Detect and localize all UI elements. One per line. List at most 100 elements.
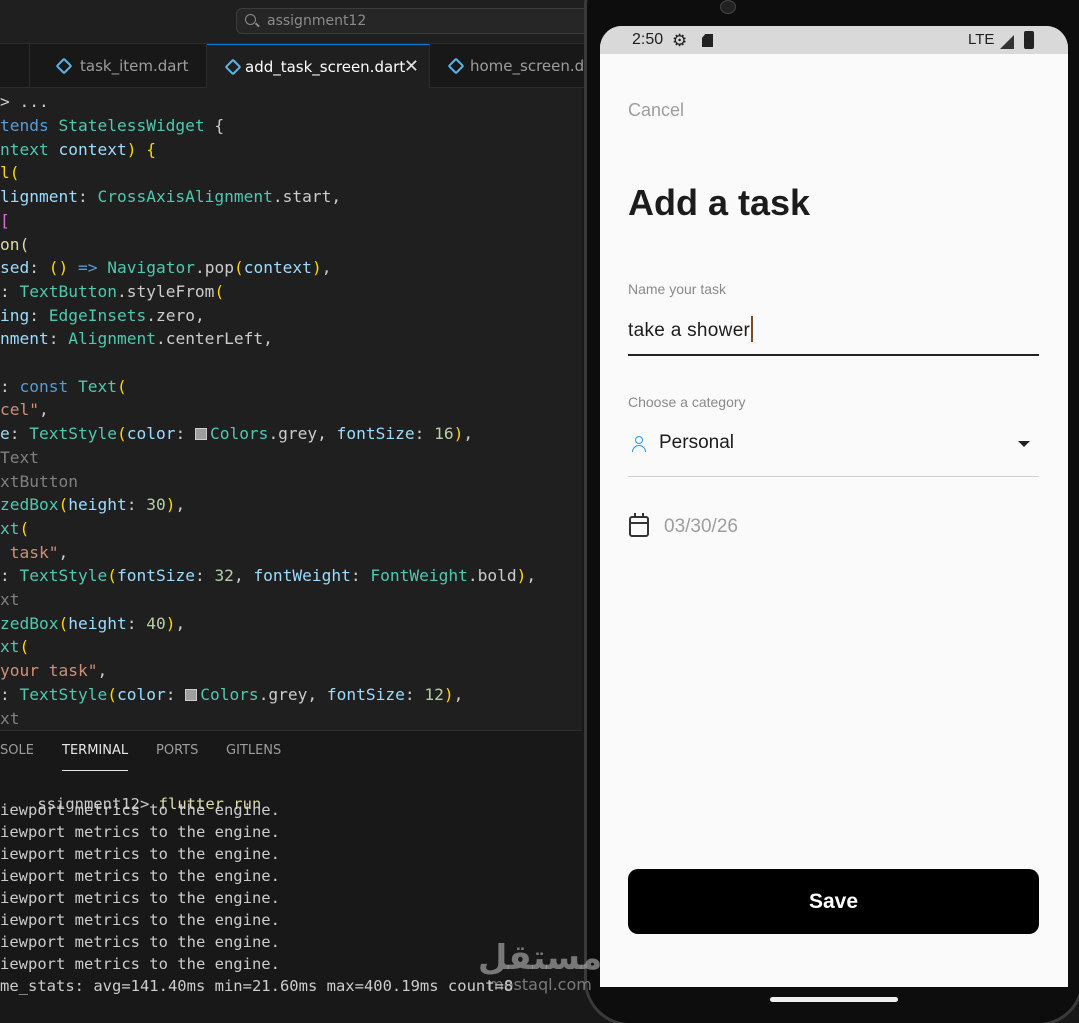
terminal-line: iewport metrics to the engine. — [0, 911, 280, 929]
code-line[interactable]: your task", — [0, 661, 107, 685]
close-icon[interactable]: ✕ — [404, 45, 419, 88]
code-token: : — [404, 684, 425, 704]
cancel-button[interactable]: Cancel — [628, 100, 684, 121]
code-line[interactable]: zedBox(height: 40), — [0, 614, 185, 638]
code-token: .pop — [194, 258, 234, 278]
category-underline — [628, 476, 1039, 477]
code-line[interactable]: cel", — [0, 400, 49, 424]
code-token: Text — [0, 447, 39, 467]
code-line[interactable]: : TextButton.styleFrom( — [0, 282, 224, 306]
tab-overflow[interactable] — [0, 44, 30, 88]
dart-file-icon — [224, 58, 242, 76]
code-line[interactable]: ntext context) { — [0, 140, 156, 164]
code-token: on( — [0, 234, 30, 254]
status-bar: 2:50 ⚙ LTE — [600, 26, 1068, 54]
code-token: .grey, — [268, 424, 337, 444]
code-line[interactable]: sed: () => Navigator.pop(context), — [0, 258, 331, 282]
chevron-down-icon[interactable] — [1018, 441, 1030, 447]
code-token: fontSize — [116, 566, 195, 586]
code-token: ( — [116, 376, 127, 396]
code-line[interactable]: lignment: CrossAxisAlignment.start, — [0, 187, 341, 211]
code-token: 32 — [214, 566, 234, 586]
code-line[interactable]: on( — [0, 235, 29, 259]
tab-task-item[interactable]: task_item.dart — [30, 44, 207, 88]
terminal-line: iewport metrics to the engine. — [0, 867, 280, 885]
code-line[interactable]: : TextStyle(fontSize: 32, fontWeight: Fo… — [0, 566, 536, 590]
color-swatch-icon[interactable] — [194, 428, 207, 441]
sd-card-icon — [702, 34, 713, 47]
code-line[interactable]: ing: EdgeInsets.zero, — [0, 306, 205, 330]
editor-tabs: task_item.dart add_task_screen.dart ✕ ho… — [0, 44, 600, 88]
code-token: xt — [0, 708, 20, 728]
code-token: ) — [311, 258, 322, 278]
tab-label: home_screen.da — [470, 57, 590, 75]
code-line[interactable]: : const Text( — [0, 377, 127, 401]
code-line[interactable]: xt( — [0, 637, 29, 661]
code-token: , — [233, 566, 254, 586]
code-token: , — [97, 661, 108, 681]
command-center-search[interactable]: assignment12 — [236, 8, 606, 34]
tab-add-task-screen[interactable]: add_task_screen.dart ✕ — [207, 44, 430, 88]
code-token: ) — [165, 495, 176, 515]
code-token: ( — [107, 684, 117, 704]
calendar-icon[interactable] — [629, 513, 649, 537]
terminal-line: iewport metrics to the engine. — [0, 823, 280, 841]
code-token: 16 — [434, 424, 454, 444]
code-token: .start, — [272, 187, 342, 207]
code-token: 40 — [146, 613, 166, 633]
code-line[interactable]: : TextStyle(color: Colors.grey, fontSize… — [0, 685, 463, 709]
code-token: : — [29, 258, 49, 278]
battery-icon — [1024, 31, 1034, 49]
code-token: xt — [0, 518, 20, 538]
code-line[interactable]: tends StatelessWidget { — [0, 116, 224, 140]
code-line[interactable]: xt — [0, 709, 20, 731]
code-token: task" — [0, 542, 59, 562]
code-token: ( — [58, 613, 69, 633]
code-line[interactable]: task", — [0, 542, 69, 567]
code-token: , — [453, 684, 464, 704]
code-token: Alignment — [68, 329, 156, 349]
code-token: TextStyle — [19, 684, 108, 704]
code-token: () — [48, 258, 78, 278]
terminal-prompt-line[interactable]: ssignment12> flutter run — [0, 777, 261, 813]
code-token: fontWeight — [253, 566, 351, 586]
category-select[interactable]: Personal — [659, 432, 734, 454]
date-field[interactable]: 03/30/26 — [664, 516, 738, 538]
code-line[interactable]: nment: Alignment.centerLeft, — [0, 329, 273, 353]
task-name-value: take a shower — [628, 320, 751, 341]
code-line[interactable]: xt( — [0, 519, 29, 543]
save-button[interactable]: Save — [628, 869, 1039, 934]
code-token: : — [126, 613, 147, 633]
code-token: height — [68, 495, 127, 515]
tab-ports[interactable]: PORTS — [156, 743, 198, 758]
tab-gitlens[interactable]: GITLENS — [226, 743, 281, 758]
code-line[interactable]: e: TextStyle(color: Colors.grey, fontSiz… — [0, 424, 473, 448]
code-editor[interactable]: > ... tends StatelessWidget {ntext conte… — [0, 88, 582, 730]
tab-home-screen[interactable]: home_screen.da — [430, 44, 590, 88]
code-line[interactable]: xt — [0, 590, 20, 614]
tab-terminal[interactable]: TERMINAL — [62, 743, 129, 771]
code-line[interactable]: Text — [0, 448, 39, 472]
code-token: .zero, — [146, 305, 205, 325]
code-token: ( — [107, 566, 117, 586]
color-swatch-icon[interactable] — [185, 688, 198, 701]
code-token: TextButton — [19, 281, 117, 301]
code-line[interactable]: zedBox(height: 30), — [0, 495, 185, 519]
code-token: .styleFrom — [116, 281, 215, 301]
signal-icon — [1000, 35, 1014, 49]
code-token: ( — [58, 495, 69, 515]
title-bar: assignment12 — [0, 0, 606, 44]
task-name-input[interactable]: take a shower — [628, 316, 754, 342]
home-indicator[interactable] — [770, 997, 898, 1002]
code-token: your task" — [0, 661, 98, 681]
code-line[interactable]: xtButton — [0, 472, 78, 496]
code-token: [ — [0, 210, 10, 230]
breadcrumb[interactable]: > ... — [0, 92, 49, 116]
code-line[interactable]: [ — [0, 211, 10, 235]
code-token: lignment — [0, 187, 78, 207]
code-token: .centerLeft, — [155, 329, 273, 349]
code-token: , — [526, 566, 537, 586]
code-token: Colors — [200, 684, 259, 704]
code-line[interactable]: l( — [0, 163, 20, 187]
tab-debug-console[interactable]: SOLE — [0, 743, 34, 758]
